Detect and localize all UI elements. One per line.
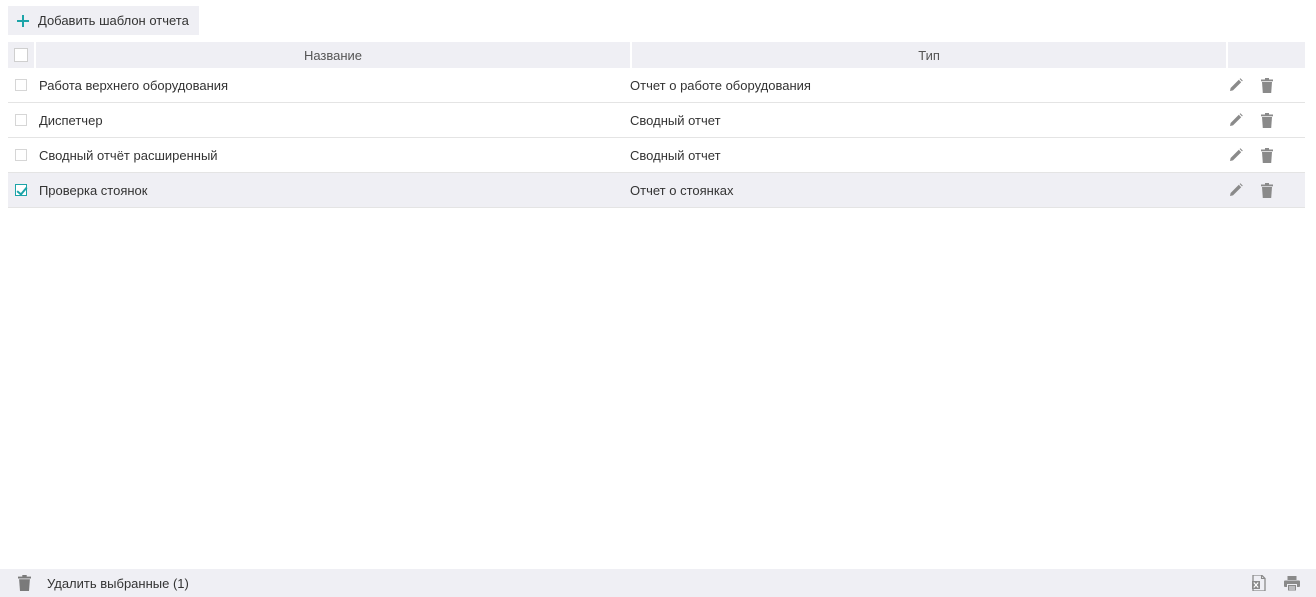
add-report-template-button[interactable]: Добавить шаблон отчета	[8, 6, 199, 35]
row-checkbox[interactable]	[14, 79, 27, 91]
select-all-checkbox[interactable]	[13, 48, 28, 62]
row-checkbox[interactable]	[14, 114, 27, 126]
print-icon[interactable]	[1284, 575, 1300, 591]
row-name: Сводный отчёт расширенный	[38, 147, 218, 163]
trash-icon[interactable]	[1259, 147, 1275, 163]
header-checkbox-cell	[8, 42, 34, 68]
table-row[interactable]: Сводный отчёт расширенный Сводный отчет	[8, 138, 1305, 173]
pencil-icon[interactable]	[1228, 147, 1244, 163]
column-header-type[interactable]: Тип	[632, 42, 1227, 68]
delete-selected-label: Удалить выбранные (1)	[47, 575, 189, 591]
report-templates-page: Добавить шаблон отчета Название Тип Рабо…	[0, 0, 1316, 597]
add-report-template-label: Добавить шаблон отчета	[38, 13, 189, 28]
row-name: Проверка стоянок	[38, 182, 148, 198]
delete-selected-button[interactable]: Удалить выбранные (1)	[16, 575, 189, 591]
excel-export-icon[interactable]	[1251, 575, 1267, 591]
row-type: Отчет о стоянках	[630, 182, 734, 198]
column-header-actions	[1228, 42, 1305, 68]
trash-icon[interactable]	[1259, 77, 1275, 93]
report-templates-table: Название Тип Работа верхнего оборудовани…	[8, 42, 1305, 208]
footer-toolbar: Удалить выбранные (1)	[0, 569, 1316, 597]
table-row[interactable]: Диспетчер Сводный отчет	[8, 103, 1305, 138]
trash-icon[interactable]	[1259, 182, 1275, 198]
row-name: Работа верхнего оборудования	[38, 77, 229, 93]
row-type: Сводный отчет	[630, 147, 721, 163]
trash-icon	[16, 575, 32, 591]
footer-right-tools	[1251, 575, 1300, 591]
pencil-icon[interactable]	[1228, 182, 1244, 198]
plus-icon	[17, 14, 29, 27]
row-checkbox[interactable]	[14, 184, 27, 196]
table-header: Название Тип	[8, 42, 1305, 68]
pencil-icon[interactable]	[1228, 112, 1244, 128]
row-checkbox[interactable]	[14, 149, 27, 161]
table-row[interactable]: Работа верхнего оборудования Отчет о раб…	[8, 68, 1305, 103]
pencil-icon[interactable]	[1228, 77, 1244, 93]
row-type: Сводный отчет	[630, 112, 721, 128]
trash-icon[interactable]	[1259, 112, 1275, 128]
table-row[interactable]: Проверка стоянок Отчет о стоянках	[8, 173, 1305, 208]
row-name: Диспетчер	[38, 112, 103, 128]
column-header-name[interactable]: Название	[35, 42, 631, 68]
row-type: Отчет о работе оборудования	[630, 77, 811, 93]
